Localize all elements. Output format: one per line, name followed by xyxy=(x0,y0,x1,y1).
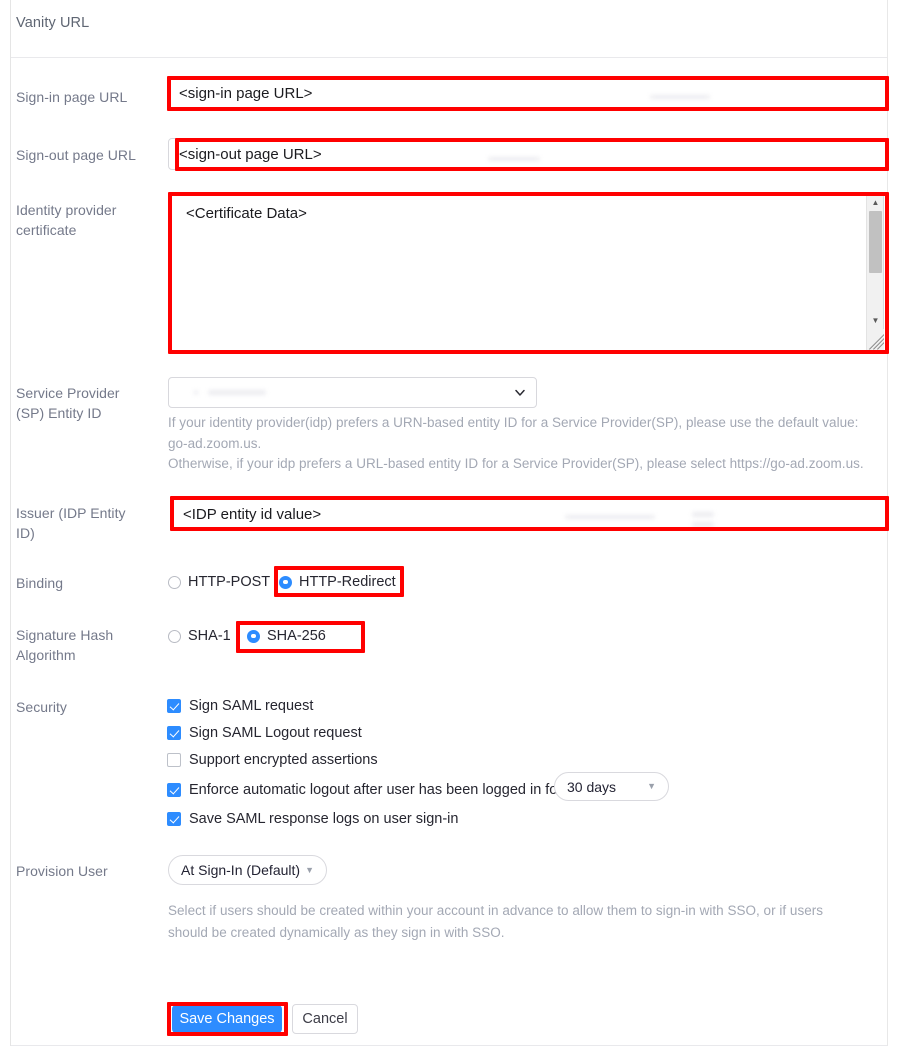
cancel-button[interactable]: Cancel xyxy=(292,1004,358,1034)
textarea-scrollbar[interactable]: ▲ ▼ xyxy=(866,195,884,351)
sign-out-url-input[interactable] xyxy=(168,138,887,170)
security-checkbox-sign-saml-request[interactable]: Sign SAML request xyxy=(167,698,313,714)
checkbox-icon[interactable] xyxy=(167,812,181,826)
provision-user-help-2: should be created dynamically as they si… xyxy=(168,925,505,940)
idp-certificate-textarea-wrap: ▲ ▼ xyxy=(171,194,884,352)
sp-entity-id-select[interactable] xyxy=(168,377,537,408)
scrollbar-thumb[interactable] xyxy=(869,211,882,273)
caret-down-icon: ▼ xyxy=(305,864,314,875)
save-changes-button[interactable]: Save Changes xyxy=(172,1005,282,1033)
cancel-label: Cancel xyxy=(302,1011,348,1027)
sign-in-url-input[interactable] xyxy=(168,77,887,109)
logout-duration-value: 30 days xyxy=(567,778,617,795)
issuer-idp-entity-id-input[interactable] xyxy=(172,498,886,530)
binding-label: Binding xyxy=(16,575,64,591)
binding-option-http-redirect[interactable]: HTTP-Redirect xyxy=(279,574,396,590)
binding-option-label: HTTP-POST xyxy=(188,574,271,590)
signature-hash-option-label: SHA-1 xyxy=(188,628,231,644)
radio-icon[interactable] xyxy=(168,575,181,589)
signature-hash-option-label: SHA-256 xyxy=(267,628,326,644)
security-checkbox-save-saml-response-logs[interactable]: Save SAML response logs on user sign-in xyxy=(167,811,458,827)
sp-entity-id-help-1: If your identity provider(idp) prefers a… xyxy=(168,415,859,451)
radio-icon[interactable] xyxy=(247,629,260,643)
issuer-idp-entity-id-label: Issuer (IDP Entity ID) xyxy=(16,505,126,541)
idp-certificate-textarea[interactable] xyxy=(171,194,884,352)
provision-user-help-1: Select if users should be created within… xyxy=(168,903,824,918)
chevron-down-icon xyxy=(515,389,525,396)
sso-saml-settings-page: Vanity URL Sign-in page URL Sign-out pag… xyxy=(0,0,898,1046)
logout-duration-select[interactable]: 30 days ▼ xyxy=(554,772,669,801)
textarea-resize-handle[interactable] xyxy=(867,329,884,351)
security-checkbox-label: Save SAML response logs on user sign-in xyxy=(189,811,459,827)
checkbox-icon[interactable] xyxy=(167,753,181,767)
radio-icon[interactable] xyxy=(168,629,181,643)
security-label: Security xyxy=(16,699,67,715)
caret-down-icon: ▼ xyxy=(647,781,656,791)
radio-icon[interactable] xyxy=(279,575,292,589)
sp-entity-id-help-2: Otherwise, if your idp prefers a URL-bas… xyxy=(168,456,864,471)
save-changes-label: Save Changes xyxy=(179,1011,275,1027)
page-title: Vanity URL xyxy=(16,15,90,31)
binding-option-label: HTTP-Redirect xyxy=(299,574,396,590)
checkbox-icon[interactable] xyxy=(167,783,181,797)
signature-hash-option-sha256[interactable]: SHA-256 xyxy=(247,628,326,644)
scroll-down-arrow[interactable]: ▼ xyxy=(867,313,884,328)
section-header: Vanity URL xyxy=(11,0,887,58)
security-checkbox-support-encrypted-assertions[interactable]: Support encrypted assertions xyxy=(167,752,378,768)
checkbox-icon[interactable] xyxy=(167,726,181,740)
signature-hash-label: Signature Hash Algorithm xyxy=(16,627,114,663)
security-checkbox-label: Support encrypted assertions xyxy=(189,752,378,768)
security-checkbox-label: Sign SAML Logout request xyxy=(189,725,362,741)
security-checkbox-sign-saml-logout-request[interactable]: Sign SAML Logout request xyxy=(167,725,362,741)
security-checkbox-label: Sign SAML request xyxy=(189,698,314,714)
idp-certificate-label: Identity provider certificate xyxy=(16,202,117,238)
signature-hash-option-sha1[interactable]: SHA-1 xyxy=(168,628,231,644)
provision-user-value: At Sign-In (Default) xyxy=(181,862,301,878)
security-checkbox-label: Enforce automatic logout after user has … xyxy=(189,782,563,798)
scroll-up-arrow[interactable]: ▲ xyxy=(867,195,884,210)
checkbox-icon[interactable] xyxy=(167,699,181,713)
security-checkbox-enforce-automatic-logout[interactable]: Enforce automatic logout after user has … xyxy=(167,782,562,798)
provision-user-select[interactable]: At Sign-In (Default) ▼ xyxy=(168,855,327,885)
sign-out-url-label: Sign-out page URL xyxy=(16,147,136,163)
sp-entity-id-label: Service Provider (SP) Entity ID xyxy=(16,385,120,421)
binding-option-http-post[interactable]: HTTP-POST xyxy=(168,574,270,590)
provision-user-label: Provision User xyxy=(16,863,108,879)
sign-in-url-label: Sign-in page URL xyxy=(16,89,128,105)
